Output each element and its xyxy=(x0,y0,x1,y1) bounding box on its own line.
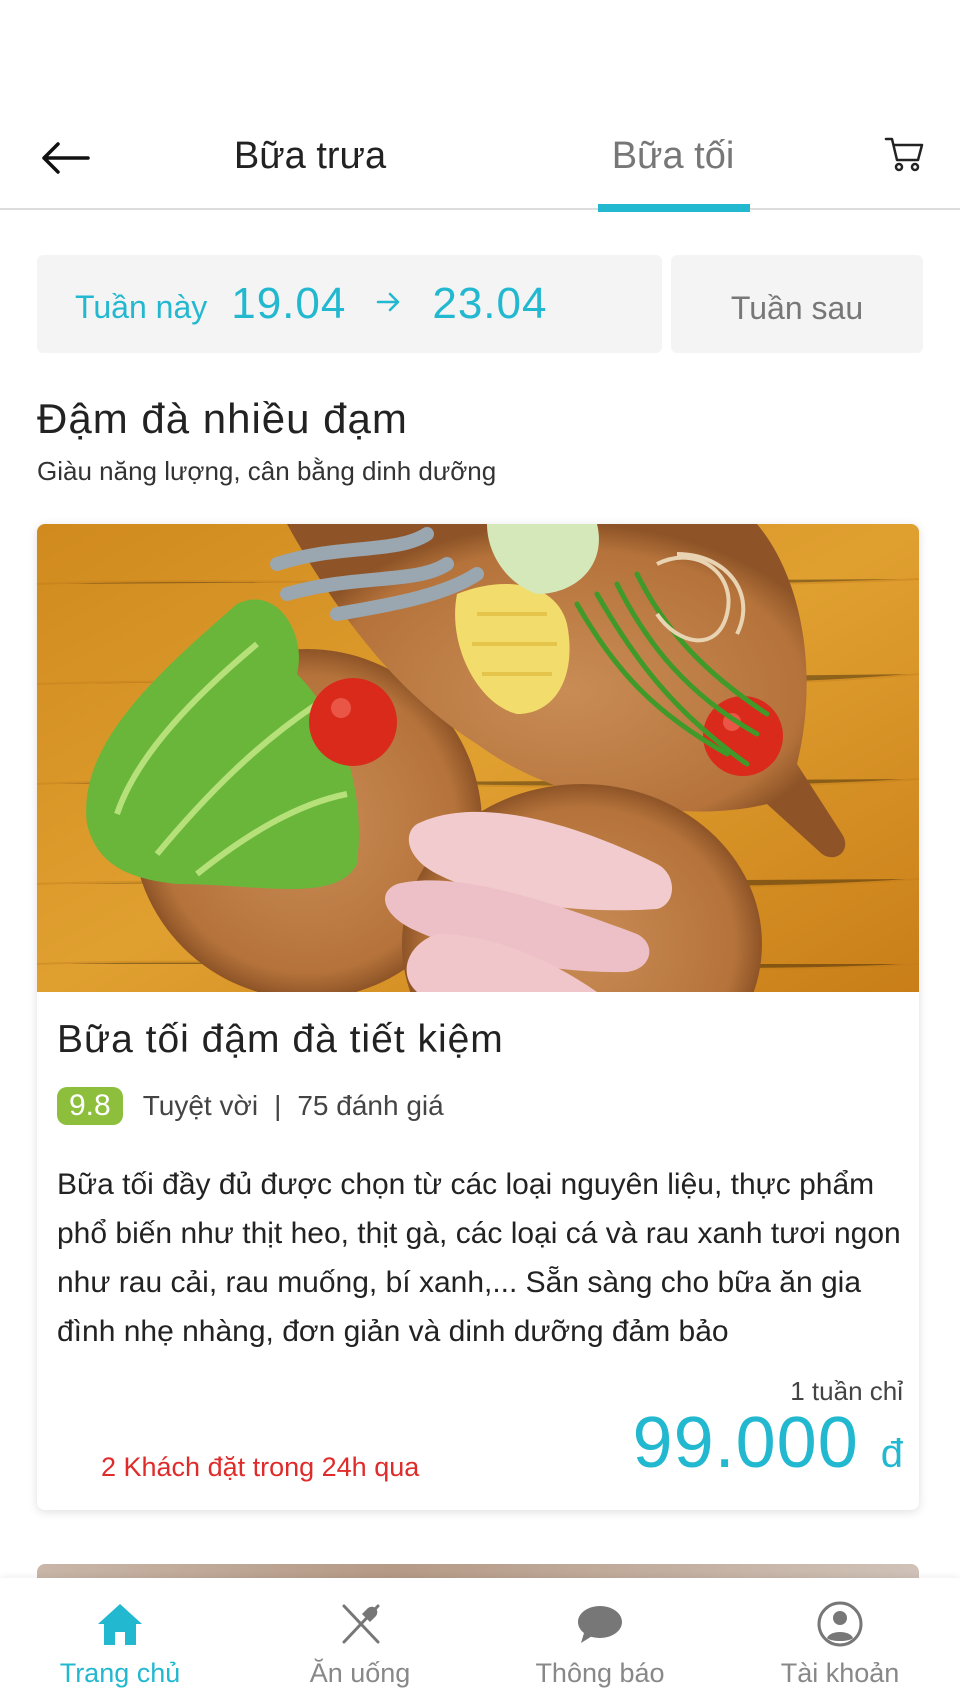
week-start-date: 19.04 xyxy=(231,279,347,328)
rating-text: Tuyệt vời xyxy=(142,1090,259,1121)
nav-notifications[interactable]: Thông báo xyxy=(480,1578,720,1707)
next-week-button[interactable]: Tuần sau xyxy=(671,255,923,353)
bottom-nav: Trang chủ Ăn uống Thông báo Tài khoản xyxy=(0,1578,960,1707)
rating-separator: | xyxy=(274,1090,282,1121)
nav-account[interactable]: Tài khoản xyxy=(720,1578,960,1707)
meal-photo xyxy=(37,524,919,992)
section-title: Đậm đà nhiều đạm xyxy=(37,395,408,442)
rating-row: 9.8 Tuyệt vời | 75 đánh giá xyxy=(57,1086,444,1126)
review-count[interactable]: 75 đánh giá xyxy=(297,1090,443,1122)
cart-icon xyxy=(884,137,924,172)
recent-orders-note: 2 Khách đặt trong 24h qua xyxy=(101,1452,420,1482)
price-currency: đ xyxy=(880,1432,903,1476)
cart-button[interactable] xyxy=(880,126,928,182)
arrow-right-icon xyxy=(376,288,402,320)
price-value: 99.000 xyxy=(632,1403,859,1483)
tab-lunch[interactable]: Bữa trưa xyxy=(210,124,410,188)
back-button[interactable] xyxy=(40,130,100,186)
week-label: Tuần này xyxy=(75,288,208,325)
nav-home-label: Trang chủ xyxy=(59,1658,181,1688)
chat-bubble-icon xyxy=(574,1598,626,1650)
meal-description: Bữa tối đầy đủ được chọn từ các loại ngu… xyxy=(57,1168,901,1348)
nav-food[interactable]: Ăn uống xyxy=(240,1578,480,1707)
week-end-date: 23.04 xyxy=(432,279,548,328)
top-bar: Bữa trưa Bữa tối xyxy=(0,110,960,212)
home-icon xyxy=(94,1598,146,1650)
utensils-icon xyxy=(334,1598,386,1650)
user-icon xyxy=(814,1598,866,1650)
rating-score-badge: 9.8 xyxy=(57,1087,123,1125)
meal-card[interactable]: Bữa tối đậm đà tiết kiệm 9.8 Tuyệt vời |… xyxy=(37,524,919,1510)
arrow-left-icon xyxy=(42,142,90,174)
section-subtitle: Giàu năng lượng, cân bằng dinh dưỡng xyxy=(37,456,497,486)
price: 99.000 đ xyxy=(633,1402,903,1484)
tab-dinner[interactable]: Bữa tối xyxy=(596,124,750,188)
active-tab-indicator xyxy=(598,204,750,212)
nav-home[interactable]: Trang chủ xyxy=(0,1578,240,1707)
nav-notifications-label: Thông báo xyxy=(535,1658,665,1688)
nav-food-label: Ăn uống xyxy=(309,1658,411,1688)
current-week-selector[interactable]: Tuần này 19.04 23.04 xyxy=(37,255,662,353)
nav-account-label: Tài khoản xyxy=(780,1658,900,1688)
meal-title: Bữa tối đậm đà tiết kiệm xyxy=(57,1018,504,1061)
